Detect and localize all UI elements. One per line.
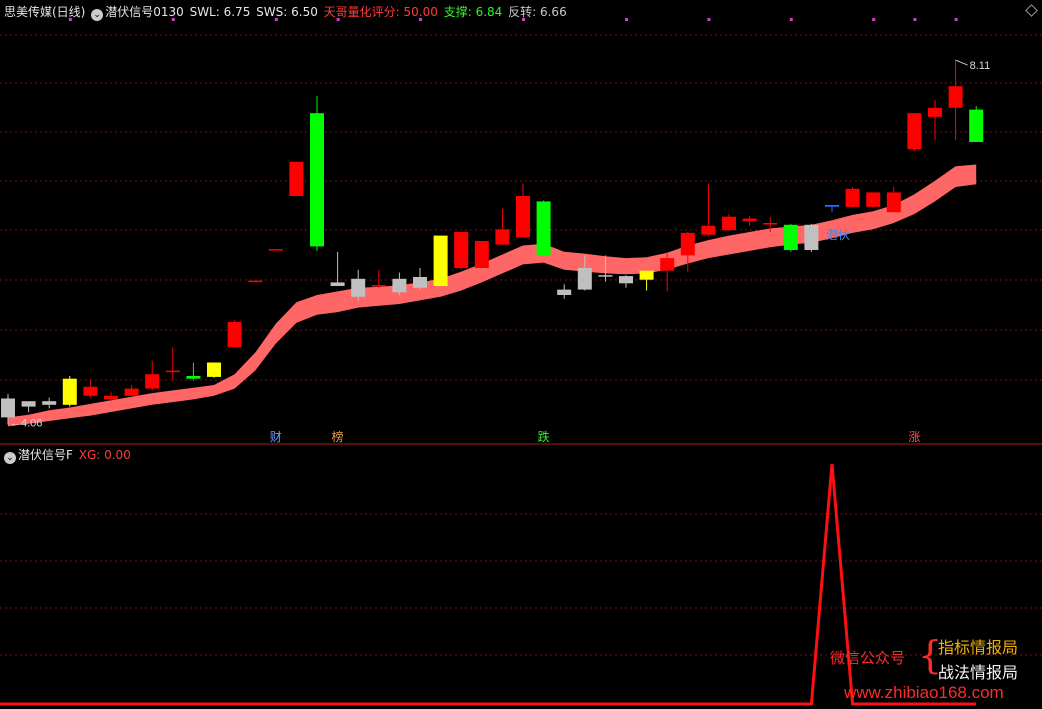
candle-body [619, 276, 633, 284]
candle-body [371, 285, 386, 287]
candle-body [330, 282, 345, 286]
candle-body [907, 113, 922, 150]
top-dot [707, 18, 711, 21]
sub-chart-header: ⌄ 潜伏信号F XG: 0.00 [4, 446, 133, 464]
candle-body [722, 216, 736, 231]
candle-body [516, 196, 530, 238]
candle-body [804, 224, 819, 250]
candle-body [577, 268, 592, 290]
candle-body [227, 322, 242, 348]
candle-body [248, 280, 263, 283]
candle-body [866, 192, 881, 207]
candle-body [598, 275, 613, 277]
chevron-down-icon[interactable]: ⌄ [4, 452, 16, 464]
candle-body [660, 258, 675, 271]
candle-body [639, 270, 654, 280]
price-mark: 跌 [538, 429, 550, 444]
candle-body [825, 205, 839, 207]
candle-body [495, 229, 510, 245]
candle-body [536, 201, 551, 256]
price-mark: 财 [270, 430, 282, 444]
sub-indicator-name[interactable]: 潜伏信号F [18, 448, 73, 462]
top-dot [625, 18, 628, 21]
candle-body [701, 225, 716, 235]
candle-body [969, 109, 984, 142]
candle-body [392, 278, 407, 293]
candle-body [104, 395, 118, 400]
max-price-label: 8.11 [970, 60, 991, 72]
candle-body [413, 277, 427, 288]
candle-body [886, 192, 901, 213]
signal-label: 潜伏 [826, 228, 850, 242]
xg-value: XG: 0.00 [78, 448, 131, 462]
candlestick-series [1, 60, 984, 425]
indicator-name[interactable]: 潜伏信号0130 [105, 5, 184, 19]
candle-body [454, 232, 469, 268]
candle-body [42, 401, 57, 405]
candle-body [763, 223, 778, 225]
top-dot [789, 18, 793, 21]
candle-body [845, 188, 860, 207]
chevron-down-icon[interactable]: ⌄ [91, 9, 104, 21]
watermark-line2: 战法情报局 [938, 663, 1019, 682]
sws-value: SWS: 6.50 [256, 5, 318, 19]
max-pointer [955, 59, 968, 66]
candle-body [145, 374, 160, 389]
candle-body [557, 289, 572, 295]
candle-body [948, 86, 963, 108]
chart-canvas: 8.11 ←4.06 财 榜 跌 涨 潜伏 [0, 18, 1042, 706]
candle-body [783, 224, 798, 250]
score-value: 天哥量化评分: 50.00 [323, 5, 438, 19]
candle-body [310, 113, 324, 247]
candle-body [474, 241, 489, 268]
candle-body [433, 235, 448, 286]
candle-body [62, 378, 77, 405]
watermark-line1: 指标情报局 [938, 638, 1019, 657]
candle-body [268, 249, 283, 251]
candle-body [21, 401, 36, 407]
candle-body [289, 161, 304, 196]
top-dot [954, 18, 958, 21]
top-dot [872, 18, 876, 21]
candle-body [83, 386, 98, 396]
candle-body [1, 398, 15, 418]
candle-body [207, 362, 221, 377]
stock-title: 思美传媒(日线) [4, 5, 86, 19]
price-mark: 涨 [908, 429, 920, 444]
grid-lines [0, 34, 1042, 656]
min-price-label: ←4.06 [10, 418, 42, 430]
support-value: 支撑: 6.84 [443, 5, 503, 19]
candle-body [186, 376, 201, 379]
main-chart-header: 思美传媒(日线) ⌄ 潜伏信号0130 SWL: 6.75 SWS: 6.50 天… [4, 3, 569, 21]
candle-body [928, 107, 942, 117]
price-mark: 榜 [332, 429, 344, 444]
candle-body [351, 278, 366, 297]
candle-body [680, 232, 695, 256]
candle-body [165, 370, 180, 373]
watermark-wechat: 微信公众号 [830, 649, 906, 667]
watermark-url: www.zhibiao168.com [844, 683, 1004, 702]
swl-value: SWL: 6.75 [189, 5, 251, 19]
top-dot [913, 18, 917, 21]
candle-body [124, 388, 139, 396]
reversal-value: 反转: 6.66 [508, 5, 567, 19]
candle-body [742, 218, 757, 222]
watermark: 微信公众号 { 指标情报局 战法情报局 www.zhibiao168.com [828, 632, 1038, 706]
